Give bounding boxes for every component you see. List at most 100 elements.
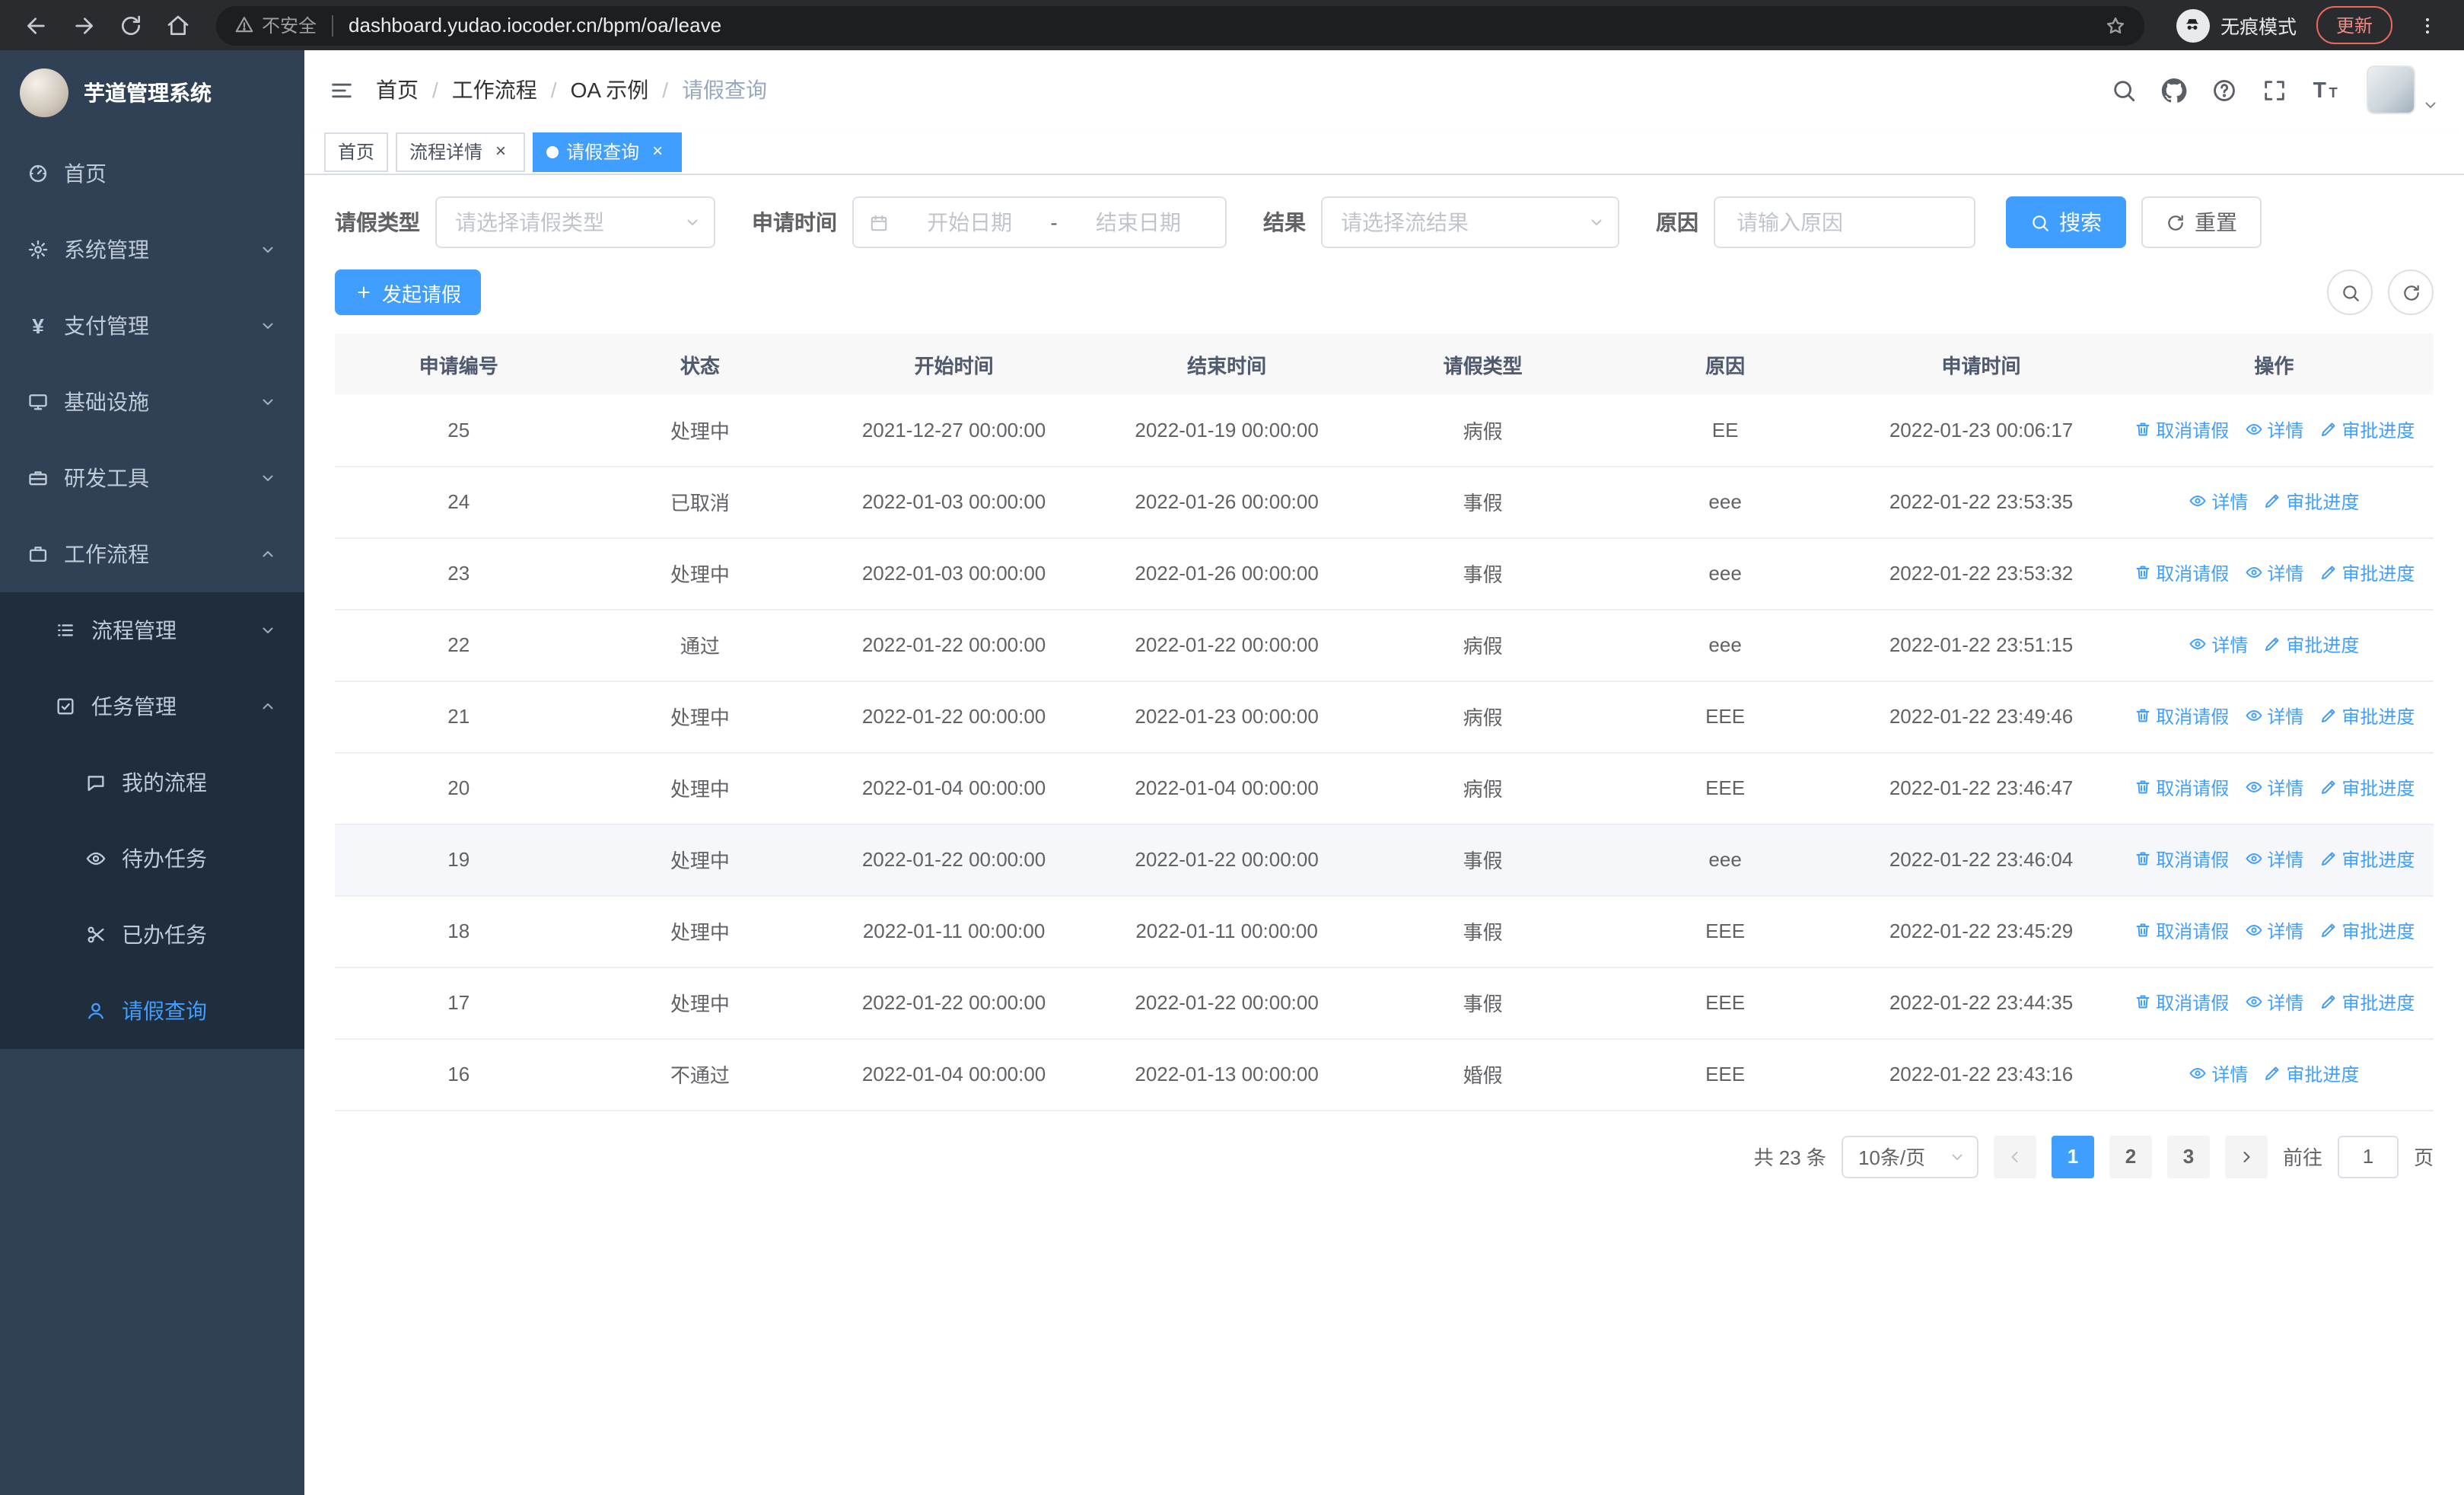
chevron-left-icon <box>2006 1147 2024 1165</box>
approval-progress-link[interactable]: 审批进度 <box>2319 990 2415 1015</box>
sidebar-item-label: 已办任务 <box>122 923 207 947</box>
approval-progress-link[interactable]: 审批进度 <box>2263 489 2359 515</box>
create-leave-button[interactable]: 发起请假 <box>335 269 482 315</box>
cell-apply-time: 2022-01-22 23:43:16 <box>1848 1038 2115 1111</box>
sidebar-item-label: 工作流程 <box>64 542 149 566</box>
address-bar[interactable]: 不安全 dashboard.yudao.iocoder.cn/bpm/oa/le… <box>216 5 2144 45</box>
tab-leave-query[interactable]: 请假查询 × <box>533 132 683 171</box>
cell-start-time: 2022-01-03 00:00:00 <box>817 537 1090 610</box>
approval-progress-link[interactable]: 审批进度 <box>2319 775 2415 801</box>
sidebar-item-process-management[interactable]: 流程管理 <box>0 592 304 668</box>
page-button-2[interactable]: 2 <box>2109 1135 2152 1178</box>
page-size-select[interactable]: 10条/页 <box>1841 1135 1979 1178</box>
font-size-icon[interactable]: TT <box>2312 75 2342 105</box>
approval-progress-link[interactable]: 审批进度 <box>2319 416 2415 442</box>
cell-reason: EEE <box>1602 681 1848 753</box>
back-icon[interactable] <box>15 4 58 46</box>
cancel-leave-link[interactable]: 取消请假 <box>2133 703 2229 729</box>
column-header: 原因 <box>1602 333 1848 394</box>
browser-chrome: 不安全 dashboard.yudao.iocoder.cn/bpm/oa/le… <box>0 0 2464 50</box>
browser-menu-icon[interactable] <box>2406 4 2449 46</box>
detail-link[interactable]: 详情 <box>2189 489 2248 515</box>
sidebar-item-leave-query[interactable]: 请假查询 <box>0 973 304 1049</box>
cell-start-time: 2022-01-11 00:00:00 <box>817 895 1090 967</box>
cell-apply-time: 2022-01-22 23:44:35 <box>1848 967 2115 1039</box>
sidebar-item-workflow[interactable]: 工作流程 <box>0 516 304 592</box>
reset-button[interactable]: 重置 <box>2141 196 2262 248</box>
pagination: 共 23 条 10条/页 123 前往 页 <box>335 1135 2434 1178</box>
approval-progress-link[interactable]: 审批进度 <box>2263 632 2359 658</box>
breadcrumb-item[interactable]: 工作流程 <box>452 75 537 105</box>
cancel-leave-link[interactable]: 取消请假 <box>2133 846 2229 872</box>
breadcrumb-item[interactable]: 首页 <box>376 75 419 105</box>
goto-page-input[interactable] <box>2337 1135 2399 1178</box>
cancel-leave-link[interactable]: 取消请假 <box>2133 918 2229 944</box>
detail-link[interactable]: 详情 <box>2244 416 2303 442</box>
tab-home[interactable]: 首页 <box>324 132 389 171</box>
column-header: 结束时间 <box>1090 333 1364 394</box>
cancel-leave-link[interactable]: 取消请假 <box>2133 775 2229 801</box>
cell-id: 16 <box>335 1038 583 1111</box>
approval-progress-link[interactable]: 审批进度 <box>2319 703 2415 729</box>
collapse-sidebar-icon[interactable] <box>329 77 355 103</box>
app-logo[interactable]: 芋道管理系统 <box>0 50 304 135</box>
forward-icon[interactable] <box>62 4 105 46</box>
cancel-leave-link[interactable]: 取消请假 <box>2133 416 2229 442</box>
page-button-1[interactable]: 1 <box>2051 1135 2094 1178</box>
update-button[interactable]: 更新 <box>2316 6 2392 44</box>
sidebar-item-label: 任务管理 <box>91 694 177 719</box>
help-icon[interactable] <box>2211 77 2237 103</box>
gear-icon <box>27 239 49 260</box>
search-icon <box>2340 282 2360 302</box>
detail-link[interactable]: 详情 <box>2244 918 2303 944</box>
approval-progress-link[interactable]: 审批进度 <box>2319 918 2415 944</box>
cell-actions: 取消请假 详情 审批进度 <box>2114 752 2434 824</box>
home-icon[interactable] <box>157 4 199 46</box>
reason-input[interactable] <box>1718 198 1971 247</box>
sidebar-item-my-process[interactable]: 我的流程 <box>0 744 304 821</box>
sidebar-item-todo-tasks[interactable]: 待办任务 <box>0 821 304 897</box>
security-indicator[interactable]: 不安全 <box>234 12 317 38</box>
detail-link[interactable]: 详情 <box>2244 775 2303 801</box>
sidebar-item-dev-tools[interactable]: 研发工具 <box>0 440 304 516</box>
breadcrumb-item[interactable]: OA 示例 <box>571 75 649 105</box>
sidebar-item-system-management[interactable]: 系统管理 <box>0 212 304 288</box>
cancel-leave-link[interactable]: 取消请假 <box>2133 560 2229 586</box>
bookmark-star-icon[interactable] <box>2105 14 2126 36</box>
approval-progress-link[interactable]: 审批进度 <box>2319 846 2415 872</box>
sidebar-item-payment-management[interactable]: ¥ 支付管理 <box>0 288 304 364</box>
approval-progress-link[interactable]: 审批进度 <box>2319 560 2415 586</box>
github-icon[interactable] <box>2161 77 2187 103</box>
result-select[interactable]: 请选择流结果 <box>1321 196 1619 248</box>
reload-icon[interactable] <box>110 4 152 46</box>
user-menu[interactable] <box>2367 65 2440 114</box>
detail-link[interactable]: 详情 <box>2244 846 2303 872</box>
close-icon[interactable]: × <box>647 140 668 162</box>
search-button[interactable]: 搜索 <box>2006 196 2126 248</box>
approval-progress-link[interactable]: 审批进度 <box>2263 1061 2359 1087</box>
sidebar-item-task-management[interactable]: 任务管理 <box>0 668 304 744</box>
cell-apply-time: 2022-01-22 23:45:29 <box>1848 895 2115 967</box>
detail-link[interactable]: 详情 <box>2244 990 2303 1015</box>
tab-process-detail[interactable]: 流程详情 × <box>396 132 526 171</box>
header-search-icon[interactable] <box>2111 77 2137 103</box>
sidebar-item-done-tasks[interactable]: 已办任务 <box>0 897 304 973</box>
leave-type-select[interactable]: 请选择请假类型 <box>435 196 715 248</box>
sidebar-item-infrastructure[interactable]: 基础设施 <box>0 364 304 440</box>
toggle-search-button[interactable] <box>2327 269 2373 315</box>
sidebar-item-home[interactable]: 首页 <box>0 135 304 212</box>
breadcrumb: 首页 / 工作流程 / OA 示例 / 请假查询 <box>376 75 767 105</box>
cell-apply-time: 2022-01-22 23:46:47 <box>1848 752 2115 824</box>
cancel-leave-link[interactable]: 取消请假 <box>2133 990 2229 1015</box>
apply-time-range-picker[interactable]: 开始日期 - 结束日期 <box>852 196 1227 248</box>
fullscreen-icon[interactable] <box>2262 77 2287 103</box>
close-icon[interactable]: × <box>490 140 511 162</box>
refresh-table-button[interactable] <box>2388 269 2434 315</box>
detail-link[interactable]: 详情 <box>2189 632 2248 658</box>
detail-link[interactable]: 详情 <box>2244 703 2303 729</box>
detail-link[interactable]: 详情 <box>2244 560 2303 586</box>
prev-page-button[interactable] <box>1993 1135 2036 1178</box>
next-page-button[interactable] <box>2224 1135 2268 1178</box>
page-button-3[interactable]: 3 <box>2166 1135 2210 1178</box>
detail-link[interactable]: 详情 <box>2189 1061 2248 1087</box>
